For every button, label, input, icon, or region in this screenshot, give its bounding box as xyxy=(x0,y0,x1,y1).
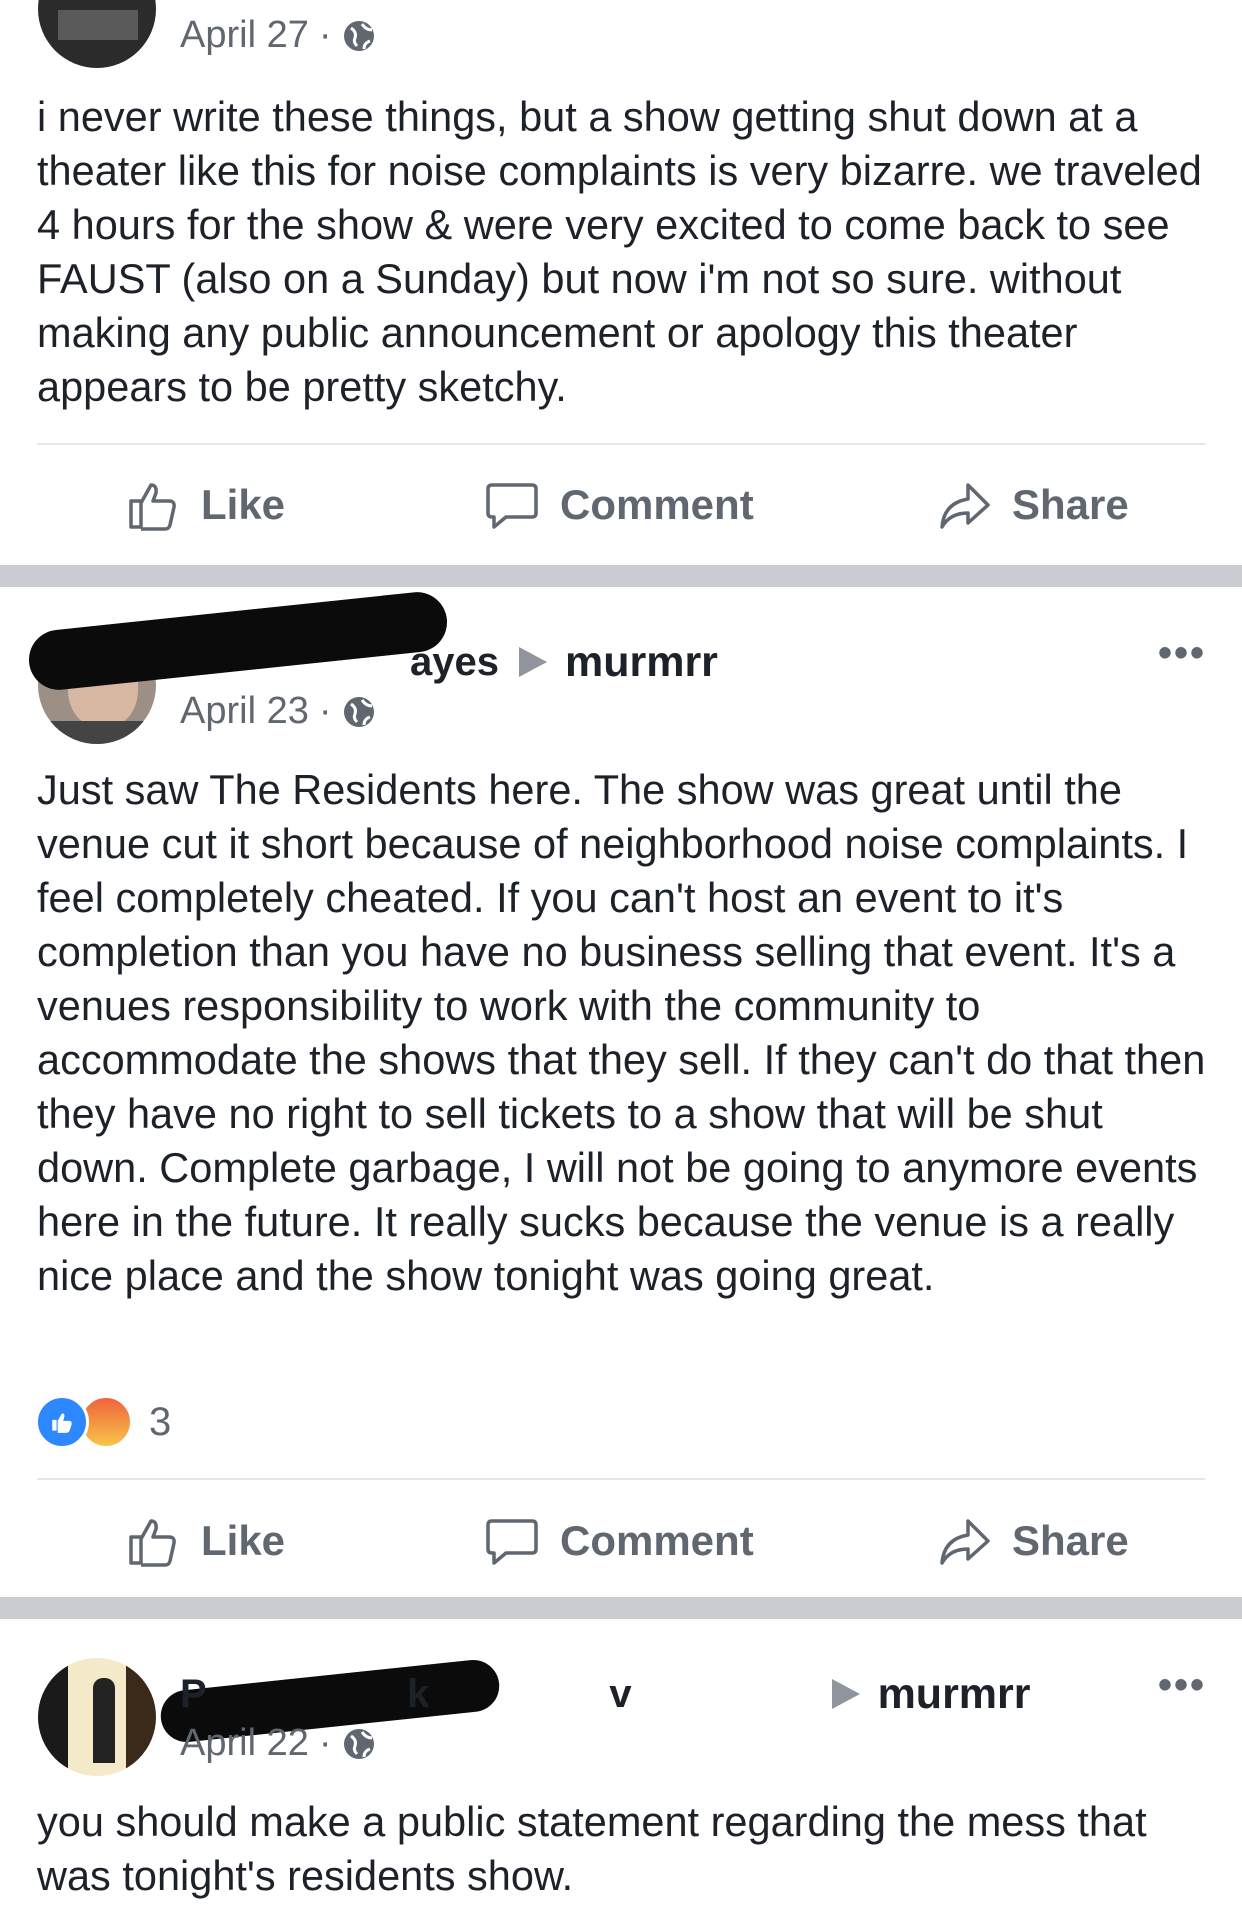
meta-separator: · xyxy=(318,1722,332,1764)
meta-separator: · xyxy=(318,14,332,56)
share-arrow-icon xyxy=(940,1519,990,1565)
post-date[interactable]: April 27 xyxy=(180,14,309,57)
post-date[interactable]: April 23 xyxy=(180,690,309,733)
like-button[interactable]: Like xyxy=(125,1506,285,1576)
comment-button[interactable]: Comment xyxy=(484,470,754,540)
post-card: P kv murmrr ••• April 22 · you should ma… xyxy=(0,1619,1242,1914)
like-button[interactable]: Like xyxy=(125,470,285,540)
post-body: Just saw The Residents here. The show wa… xyxy=(37,766,1206,1299)
avatar[interactable] xyxy=(38,0,156,68)
speech-bubble-icon xyxy=(486,1519,538,1565)
post-meta: April 27 · xyxy=(180,14,376,57)
thumbs-up-icon xyxy=(129,1519,176,1567)
globe-icon xyxy=(343,1728,374,1759)
globe-icon xyxy=(343,696,374,727)
avatar[interactable] xyxy=(38,1658,156,1776)
share-label: Share xyxy=(1012,1517,1129,1564)
thumbs-up-icon xyxy=(129,483,176,531)
speech-bubble-icon xyxy=(486,483,538,529)
like-label: Like xyxy=(201,1517,286,1564)
action-bar: Like Comment Share xyxy=(0,470,1242,540)
share-arrow-icon xyxy=(940,483,990,529)
post-header: P kv murmrr xyxy=(180,1669,1031,1719)
meta-separator: · xyxy=(318,690,332,732)
author-name[interactable]: P kv xyxy=(180,1672,812,1717)
post-meta: April 23 · xyxy=(180,690,376,733)
globe-icon xyxy=(343,20,374,51)
share-button[interactable]: Share xyxy=(936,1506,1129,1576)
divider xyxy=(37,1478,1205,1480)
author-name[interactable]: ayes xyxy=(410,640,499,685)
arrow-right-icon xyxy=(518,647,547,677)
action-bar: Like Comment Share xyxy=(0,1506,1242,1576)
comment-label: Comment xyxy=(560,481,754,528)
arrow-right-icon xyxy=(831,1679,860,1709)
comment-label: Comment xyxy=(560,1517,754,1564)
page-name-link[interactable]: murmrr xyxy=(878,1670,1031,1719)
post-card: April 27 · i never write these things, b… xyxy=(0,0,1242,565)
post-meta: April 22 · xyxy=(180,1722,376,1765)
post-body: i never write these things, but a show g… xyxy=(37,93,1202,410)
share-label: Share xyxy=(1012,481,1129,528)
more-dots-icon[interactable]: ••• xyxy=(1158,1663,1206,1708)
post-separator xyxy=(0,565,1242,587)
share-button[interactable]: Share xyxy=(936,470,1129,540)
post-card: ayes murmrr ••• April 23 · Just saw The … xyxy=(0,587,1242,1597)
page-name-link[interactable]: murmrr xyxy=(565,638,718,687)
reaction-summary[interactable]: 3 xyxy=(35,1395,171,1449)
post-date[interactable]: April 22 xyxy=(180,1722,309,1765)
post-body: you should make a public statement regar… xyxy=(37,1798,1147,1899)
comment-button[interactable]: Comment xyxy=(484,1506,754,1576)
reaction-count: 3 xyxy=(149,1399,172,1444)
post-header: ayes murmrr xyxy=(180,637,718,687)
like-reaction-icon xyxy=(35,1395,89,1449)
like-label: Like xyxy=(201,481,286,528)
more-dots-icon[interactable]: ••• xyxy=(1158,631,1206,676)
post-separator xyxy=(0,1597,1242,1619)
divider xyxy=(37,443,1205,445)
